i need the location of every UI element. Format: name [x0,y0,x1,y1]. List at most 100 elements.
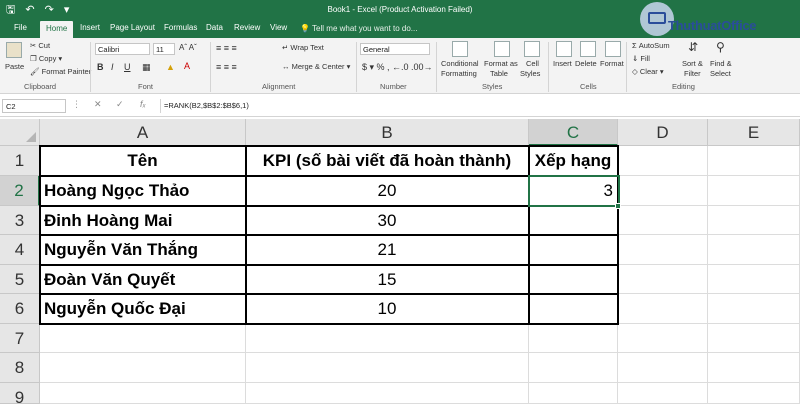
fill-button[interactable]: ⇓ Fill [632,54,650,63]
cell-d4[interactable] [618,235,708,265]
cell-d6[interactable] [618,294,708,324]
wrap-text-button[interactable]: ↵ Wrap Text [282,43,324,52]
select-all-button[interactable] [0,119,40,146]
cell-c9[interactable] [529,383,618,404]
name-box[interactable]: C2 [2,99,66,113]
cell-e2[interactable] [708,176,800,206]
cell-e6[interactable] [708,294,800,324]
cell-b4[interactable]: 21 [246,235,529,265]
cell-a3[interactable]: Đinh Hoàng Mai [40,206,246,235]
enter-icon[interactable]: ✓ [116,99,124,110]
sort-filter-button[interactable]: Sort & [682,59,703,68]
cell-a8[interactable] [40,353,246,383]
insert-cells-icon[interactable] [556,41,572,57]
cell-c8[interactable] [529,353,618,383]
tab-view[interactable]: View [270,23,287,32]
cell-b8[interactable] [246,353,529,383]
format-as-table-button[interactable]: Format as [484,59,518,68]
number-format-select[interactable]: General [360,43,430,55]
row-header-4[interactable]: 4 [0,235,40,265]
tab-file[interactable]: File [14,23,27,32]
fill-color-icon[interactable]: ▲ [166,62,175,72]
tell-me-box[interactable]: 💡 Tell me what you want to do... [300,24,417,33]
cell-a1[interactable]: Tên [40,146,246,176]
insert-function-icon[interactable]: fₓ [140,99,146,109]
fill-handle[interactable] [615,203,621,209]
cell-d9[interactable] [618,383,708,404]
format-cells-button[interactable]: Format [600,59,624,68]
tab-insert[interactable]: Insert [80,23,100,32]
italic-button[interactable]: I [111,62,114,72]
cell-d5[interactable] [618,265,708,294]
tab-formulas[interactable]: Formulas [164,23,197,32]
column-header-b[interactable]: B [246,119,529,146]
font-name-select[interactable]: Calibri [95,43,150,55]
cell-e3[interactable] [708,206,800,235]
align-top-icons[interactable]: ≡ ≡ ≡ [216,43,237,53]
cell-e8[interactable] [708,353,800,383]
font-grow-shrink[interactable]: Aˆ Aˇ [179,43,197,52]
clear-button[interactable]: ◇ Clear ▾ [632,67,664,76]
row-header-6[interactable]: 6 [0,294,40,324]
cell-c7[interactable] [529,324,618,353]
row-header-7[interactable]: 7 [0,324,40,353]
number-format-icons[interactable]: $ ▾ % , ←.0 .00→ [362,62,433,73]
column-header-e[interactable]: E [708,119,800,146]
font-size-select[interactable]: 11 [153,43,175,55]
cell-a7[interactable] [40,324,246,353]
cell-d7[interactable] [618,324,708,353]
format-painter-button[interactable]: 🖌 Format Painter [30,67,91,76]
cell-e4[interactable] [708,235,800,265]
row-header-9[interactable]: 9 [0,383,40,404]
cell-d8[interactable] [618,353,708,383]
font-color-icon[interactable]: A [184,61,190,71]
delete-cells-button[interactable]: Delete [575,59,597,68]
row-header-1[interactable]: 1 [0,146,40,176]
row-header-2[interactable]: 2 [0,176,40,206]
cell-a6[interactable]: Nguyễn Quốc Đại [40,294,246,324]
conditional-formatting-button[interactable]: Conditional [441,59,479,68]
cell-b2[interactable]: 20 [246,176,529,206]
cell-e1[interactable] [708,146,800,176]
tab-page-layout[interactable]: Page Layout [110,23,155,32]
autosum-button[interactable]: Σ AutoSum [632,41,670,50]
tab-home[interactable]: Home [40,21,74,38]
cell-a4[interactable]: Nguyễn Văn Thắng [40,235,246,265]
cell-c2[interactable]: 3 [529,176,618,206]
cell-b9[interactable] [246,383,529,404]
delete-cells-icon[interactable] [580,41,596,57]
merge-center-button[interactable]: ↔ Merge & Center ▾ [282,62,350,71]
cut-button[interactable]: ✂ Cut [30,41,50,50]
cell-c4[interactable] [529,235,618,265]
cell-styles-button[interactable]: Cell [526,59,539,68]
tab-review[interactable]: Review [234,23,260,32]
cell-e5[interactable] [708,265,800,294]
cell-c5[interactable] [529,265,618,294]
cell-a9[interactable] [40,383,246,404]
row-header-5[interactable]: 5 [0,265,40,294]
cell-b6[interactable]: 10 [246,294,529,324]
cell-d1[interactable] [618,146,708,176]
cell-c6[interactable] [529,294,618,324]
row-header-3[interactable]: 3 [0,206,40,235]
resize-handle-icon[interactable]: ⋮ [72,99,81,110]
cell-e7[interactable] [708,324,800,353]
cell-styles-icon[interactable] [524,41,540,57]
cell-b5[interactable]: 15 [246,265,529,294]
align-left-icons[interactable]: ≡ ≡ ≡ [216,62,237,72]
cell-e9[interactable] [708,383,800,404]
cell-a2[interactable]: Hoàng Ngọc Thảo [40,176,246,206]
copy-button[interactable]: ❐ Copy ▾ [30,54,62,63]
conditional-formatting-icon[interactable] [452,41,468,57]
column-header-d[interactable]: D [618,119,708,146]
cell-b1[interactable]: KPI (số bài viết đã hoàn thành) [246,146,529,176]
formula-input[interactable]: =RANK(B2,$B$2:$B$6,1) [160,99,796,113]
sort-filter-icon[interactable]: ⇵ [688,40,698,54]
find-select-button[interactable]: Find & [710,59,732,68]
bold-button[interactable]: B [97,62,104,72]
row-header-8[interactable]: 8 [0,353,40,383]
insert-cells-button[interactable]: Insert [553,59,572,68]
underline-button[interactable]: U [124,62,131,72]
cancel-icon[interactable]: ✕ [94,99,102,110]
cell-d2[interactable] [618,176,708,206]
